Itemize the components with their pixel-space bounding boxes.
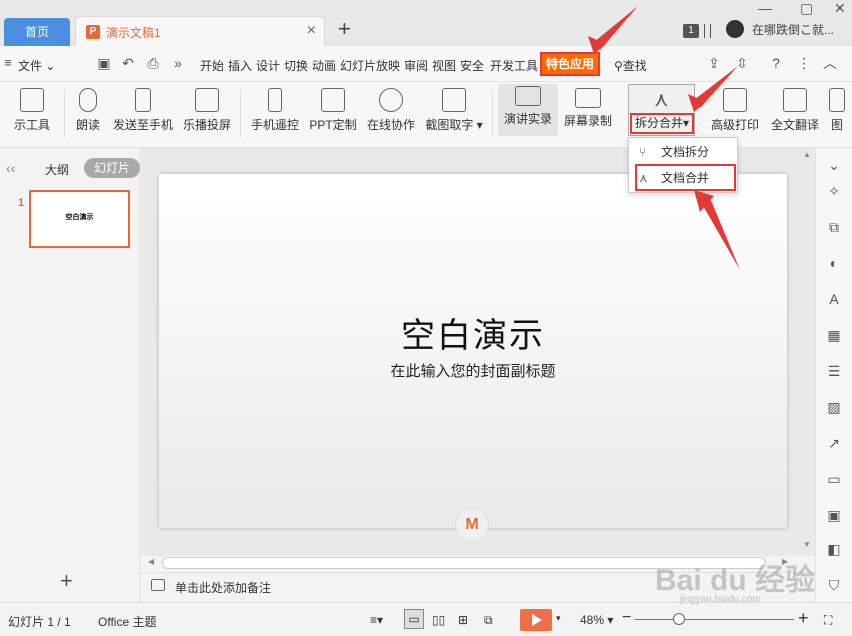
annotation-arrow-merge-item (702, 198, 740, 270)
annotation-arrows (588, 6, 740, 270)
